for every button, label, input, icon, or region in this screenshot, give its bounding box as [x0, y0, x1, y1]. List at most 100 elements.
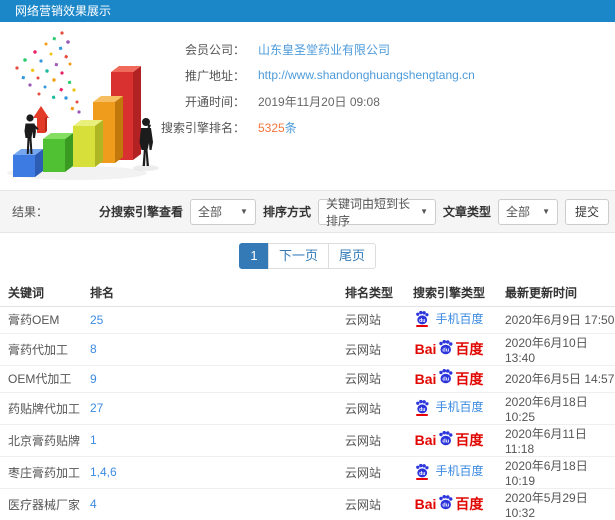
table-row: 膏药OEM 25 云网站 du 手机百度 2020年6月9日 17:50	[0, 306, 615, 334]
engine-filter-select[interactable]: 全部 ▼	[189, 198, 256, 225]
updated-cell: 2020年6月9日 17:50	[495, 306, 615, 334]
mobile-baidu-label: 手机百度	[435, 400, 484, 415]
svg-text:du: du	[443, 377, 450, 383]
rank-link[interactable]: 9	[90, 372, 97, 386]
rank-link[interactable]: 1,4,6	[90, 465, 117, 479]
chevron-down-icon: ▼	[420, 207, 428, 216]
pagination: 1 下一页 尾页	[0, 233, 615, 279]
table-body: 膏药OEM 25 云网站 du 手机百度 2020年6月9日 17:50 膏药代加…	[0, 306, 615, 520]
open-time-label: 开通时间：	[184, 94, 245, 109]
info-section: 会员公司： 山东皇圣堂药业有限公司 推广地址： http://www.shand…	[0, 22, 615, 190]
rank-link[interactable]: 8	[90, 342, 97, 356]
updated-cell: 2020年6月5日 14:57	[495, 365, 615, 393]
keyword-rank-table: 关键词 排名 排名类型 搜索引擎类型 最新更新时间 膏药OEM 25 云网站 d…	[0, 279, 615, 520]
company-link[interactable]: 山东皇圣堂药业有限公司	[258, 41, 390, 58]
chevron-down-icon: ▼	[542, 207, 550, 216]
engine-filter-label: 分搜索引擎查看	[98, 205, 183, 219]
table-header-row: 关键词 排名 排名类型 搜索引擎类型 最新更新时间	[0, 279, 615, 307]
page: 网络营销效果展示 会员公司： 山东皇圣堂药业有限公司 推广地址： http://…	[0, 0, 615, 520]
info-row-company: 会员公司： 山东皇圣堂药业有限公司	[130, 36, 475, 62]
company-label: 会员公司：	[184, 42, 245, 57]
table-row: 医疗器械厂家 4 云网站 Bai du 百度 2020年5月29日 10:32	[0, 488, 615, 520]
rank-type-cell: 云网站	[345, 456, 403, 489]
article-type-label: 文章类型	[442, 205, 491, 219]
mobile-baidu-label: 手机百度	[435, 311, 484, 326]
rank-type-cell: 云网站	[345, 424, 403, 457]
filter-controls: 分搜索引擎查看 全部 ▼ 排序方式 关键词由短到长排序 ▼ 文章类型 全部 ▼ …	[98, 197, 609, 228]
keyword-cell: 枣庄膏药加工	[0, 456, 90, 489]
sort-value: 关键词由短到长排序	[325, 196, 410, 228]
keyword-cell: 药贴牌代加工	[0, 392, 90, 425]
promo-url-link[interactable]: http://www.shandonghuangshengtang.cn	[258, 68, 475, 82]
svg-text:du: du	[443, 347, 450, 353]
filter-bar: 结果： 分搜索引擎查看 全部 ▼ 排序方式 关键词由短到长排序 ▼ 文章类型 全…	[0, 190, 615, 233]
rank-type-cell: 云网站	[345, 488, 403, 520]
rank-link[interactable]: 27	[90, 401, 103, 415]
baidu-paw-icon: du	[439, 368, 453, 384]
updated-cell: 2020年6月11日 11:18	[495, 424, 615, 457]
rank-link[interactable]: 4	[90, 497, 97, 511]
keyword-cell: 膏药代加工	[0, 333, 90, 366]
baidu-paw-icon: du	[439, 430, 453, 445]
engine-filter-value: 全部	[197, 205, 222, 219]
baidu-paw-icon: du	[439, 494, 453, 509]
baidu-paw-icon: du	[414, 310, 430, 328]
businessman-left-figure	[24, 114, 39, 154]
svg-text:du: du	[443, 502, 450, 508]
bar-yellow-green	[73, 120, 103, 167]
keyword-cell: OEM代加工	[0, 365, 90, 393]
chevron-down-icon: ▼	[240, 207, 248, 216]
rank-link[interactable]: 25	[90, 313, 103, 327]
rank-link[interactable]: 1	[90, 433, 97, 447]
mobile-baidu-badge: du 手机百度	[414, 462, 484, 480]
rank-type-cell: 云网站	[345, 365, 403, 393]
rank-type-cell: 云网站	[345, 306, 403, 334]
header-engine-type: 搜索引擎类型	[403, 279, 495, 307]
keyword-cell: 医疗器械厂家	[0, 488, 90, 520]
page-title: 网络营销效果展示	[0, 0, 615, 22]
article-type-select[interactable]: 全部 ▼	[498, 198, 558, 225]
sort-label: 排序方式	[262, 205, 311, 219]
updated-cell: 2020年6月10日 13:40	[495, 333, 615, 366]
header-rank-type: 排名类型	[345, 279, 403, 307]
table-row: OEM代加工 9 云网站 Bai du 百度 2020年6月5日 14:57	[0, 365, 615, 393]
baidu-logo: Bai du 百度	[415, 368, 483, 389]
promo-url-label: 推广地址：	[184, 68, 245, 83]
svg-text:du: du	[443, 438, 450, 444]
result-label: 结果：	[12, 205, 49, 219]
rank-count-label: 搜索引擎排名：	[160, 120, 245, 135]
baidu-paw-icon: du	[439, 339, 453, 354]
header-keyword: 关键词	[0, 279, 90, 307]
baidu-logo: Bai du 百度	[415, 430, 483, 451]
keyword-cell: 北京膏药贴牌	[0, 424, 90, 457]
updated-cell: 2020年6月18日 10:25	[495, 392, 615, 425]
table-row: 膏药代加工 8 云网站 Bai du 百度 2020年6月10日 13:40	[0, 333, 615, 366]
updated-cell: 2020年5月29日 10:32	[495, 488, 615, 520]
confetti-dots	[15, 31, 81, 114]
article-type-value: 全部	[506, 205, 531, 219]
sort-select[interactable]: 关键词由短到长排序 ▼	[317, 197, 436, 228]
rank-type-cell: 云网站	[345, 392, 403, 425]
table-row: 枣庄膏药加工 1,4,6 云网站 du 手机百度 2020年6月18日 10:19	[0, 456, 615, 489]
table-row: 北京膏药贴牌 1 云网站 Bai du 百度 2020年6月11日 11:18	[0, 424, 615, 457]
info-row-rank-count: 搜索引擎排名： 5325条	[130, 114, 475, 140]
mobile-baidu-badge: du 手机百度	[414, 310, 484, 328]
info-row-open-time: 开通时间： 2019年11月20日 09:08	[130, 88, 475, 114]
baidu-paw-icon: du	[414, 463, 430, 480]
baidu-logo: Bai du 百度	[415, 339, 483, 360]
last-page-button[interactable]: 尾页	[328, 243, 377, 269]
mobile-baidu-badge: du 手机百度	[414, 398, 484, 416]
bar-green	[43, 133, 73, 172]
next-page-button[interactable]: 下一页	[267, 243, 329, 269]
rank-count-value: 5325条	[258, 119, 297, 136]
baidu-logo: Bai du 百度	[415, 494, 483, 515]
rank-count-number: 5325	[258, 120, 285, 135]
company-info-list: 会员公司： 山东皇圣堂药业有限公司 推广地址： http://www.shand…	[130, 36, 475, 140]
table-row: 药贴牌代加工 27 云网站 du 手机百度 2020年6月18日 10:25	[0, 392, 615, 425]
info-row-url: 推广地址： http://www.shandonghuangshengtang.…	[130, 62, 475, 88]
rank-type-cell: 云网站	[345, 333, 403, 366]
submit-button[interactable]: 提交	[565, 198, 609, 225]
page-1-button[interactable]: 1	[238, 243, 269, 269]
svg-text:du: du	[420, 318, 426, 324]
header-rank: 排名	[90, 279, 345, 307]
